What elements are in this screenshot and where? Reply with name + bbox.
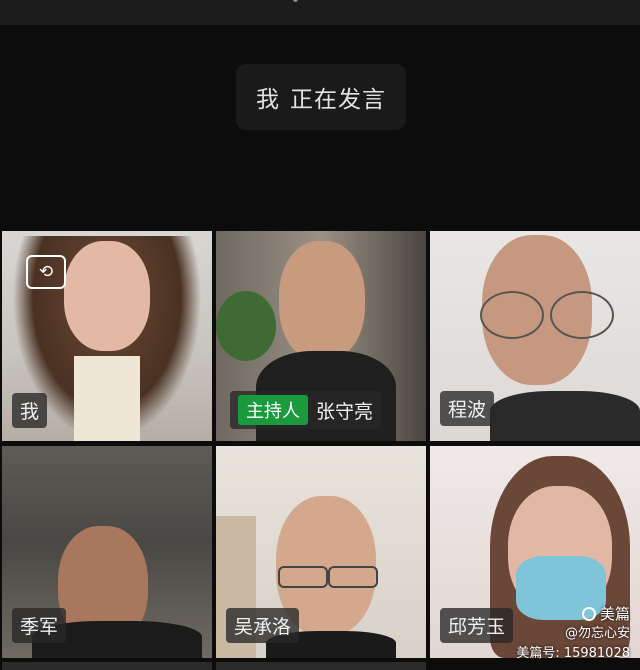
- watermark-handle: @勿忘心安: [564, 626, 630, 641]
- meipian-logo-icon: [581, 607, 596, 621]
- participant-name: 吴承洛: [234, 616, 292, 638]
- face: [64, 241, 150, 351]
- speaker-name: 我: [256, 87, 280, 113]
- video-tile[interactable]: 程波: [430, 231, 640, 441]
- glasses: [550, 291, 614, 339]
- speaking-status: 正在发言: [290, 87, 386, 113]
- watermark-id: 美篇号: 15981028: [516, 646, 630, 661]
- camera-switch-icon[interactable]: ⟲: [26, 255, 66, 289]
- next-row-tile: [216, 662, 426, 670]
- name-tag: 主持人 张守亮: [230, 391, 382, 429]
- name-tag: 季军: [12, 608, 67, 643]
- glasses: [480, 291, 544, 339]
- name-tag: 吴承洛: [226, 608, 300, 643]
- video-tile-host[interactable]: 主持人 张守亮: [216, 231, 426, 441]
- shirt: [74, 356, 140, 441]
- watermark-brand: 美篇: [516, 604, 630, 624]
- name-tag: 我: [12, 393, 48, 428]
- top-status-bar: [0, 0, 640, 25]
- video-tile[interactable]: 季军: [2, 446, 212, 658]
- video-tile[interactable]: 吴承洛: [216, 446, 426, 658]
- participant-name: 邱芳玉: [448, 616, 506, 638]
- host-badge: 主持人: [238, 395, 308, 425]
- glasses: [278, 566, 328, 588]
- participant-name: 张守亮: [316, 400, 374, 423]
- participant-name: 我: [20, 401, 40, 423]
- participant-name: 季军: [20, 616, 59, 638]
- participant-name: 程波: [448, 399, 487, 421]
- next-row-tile: [2, 662, 212, 670]
- watermark-brand-text: 美篇: [599, 605, 630, 623]
- name-tag: 程波: [440, 391, 495, 426]
- speaking-indicator: 我 正在发言: [236, 64, 406, 130]
- glasses: [328, 566, 378, 588]
- watermark: 美篇 @勿忘心安 美篇号: 15981028: [516, 604, 630, 664]
- jacket: [490, 391, 640, 441]
- name-tag: 邱芳玉: [440, 608, 514, 643]
- status-dot-icon: [293, 0, 298, 2]
- face: [279, 241, 365, 361]
- video-tile-self[interactable]: ⟲ 我: [2, 231, 212, 441]
- plant: [216, 291, 276, 361]
